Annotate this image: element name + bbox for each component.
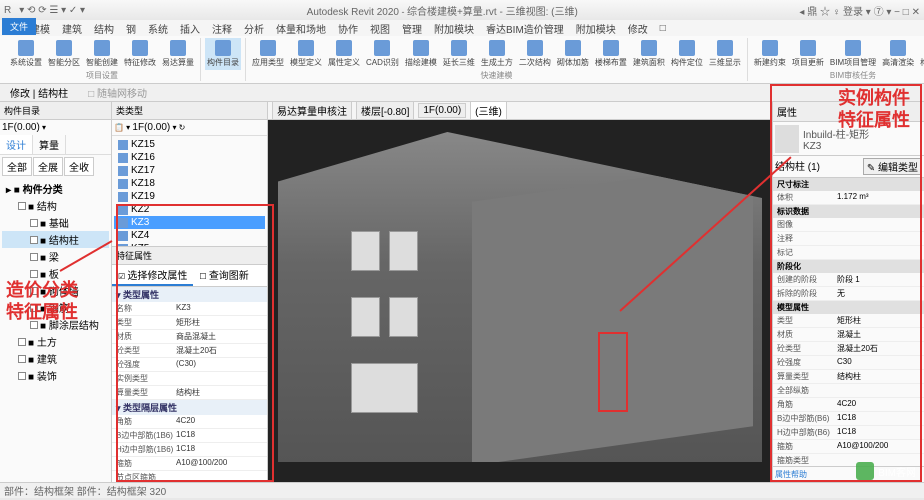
menu-item[interactable]: 协作 — [338, 21, 358, 36]
tree-item[interactable]: ■ 土方 — [2, 333, 109, 350]
menu-bar: 建模建筑结构钢系统插入注释分析体量和场地协作视图管理附加模块睿达BIM造价管理附… — [0, 20, 924, 36]
ribbon-btn[interactable]: 二次结构 — [517, 38, 553, 70]
annot-right: 实例构件特征属性 — [838, 88, 910, 131]
kz-item[interactable]: KZ18 — [114, 177, 265, 190]
menu-item[interactable]: 系统 — [148, 21, 168, 36]
menu-item[interactable]: 注释 — [212, 21, 232, 36]
annot-left: 造价分类特征属性 — [6, 280, 78, 323]
menu-item[interactable]: 结构 — [94, 21, 114, 36]
app-logo: R — [4, 5, 11, 16]
ribbon-btn[interactable]: 项目更新 — [790, 38, 826, 70]
ribbon-btn[interactable]: 属性定义 — [326, 38, 362, 70]
tree-item[interactable]: ■ 建筑 — [2, 350, 109, 367]
ribbon-btn[interactable]: 延长三维 — [441, 38, 477, 70]
menu-item[interactable]: 插入 — [180, 21, 200, 36]
tree-item[interactable]: ▸ ■ 构件分类 — [2, 180, 109, 197]
menu-item[interactable]: 建筑 — [62, 21, 82, 36]
menu-item[interactable]: 分析 — [244, 21, 264, 36]
ribbon-btn[interactable]: 特征修改 — [122, 38, 158, 70]
filter-expand[interactable]: 全展 — [33, 157, 63, 176]
ribbon-btn[interactable]: 模型定义 — [288, 38, 324, 70]
left-header: 构件目录 — [0, 102, 111, 120]
ribbon-btn[interactable]: 系统设置 — [8, 38, 44, 70]
ribbon-btn[interactable]: 构件目录 — [205, 38, 241, 70]
vp-tab[interactable]: 1F(0.00) — [418, 103, 466, 118]
ribbon-btn[interactable]: 描绘建模 — [403, 38, 439, 70]
ribbon-btn[interactable]: 建筑面积 — [631, 38, 667, 70]
menu-item[interactable]: 附加模块 — [434, 21, 474, 36]
menu-item[interactable]: 管理 — [402, 21, 422, 36]
sub-tab[interactable]: □ 随轴网移动 — [82, 83, 153, 102]
ribbon-btn[interactable]: 构件提醒 — [918, 38, 924, 70]
sub-tab[interactable]: 修改 | 结构柱 — [4, 83, 74, 102]
ribbon-btn[interactable]: CAD识别 — [364, 38, 401, 70]
tree-item[interactable]: ■ 结构 — [2, 197, 109, 214]
kz-item[interactable]: KZ17 — [114, 164, 265, 177]
vp-tab[interactable]: (三维) — [470, 102, 507, 120]
viewport[interactable]: 易达算量申核注楼层[-0.80] 1F(0.00) (三维) — [268, 102, 772, 482]
kz-item[interactable]: KZ19 — [114, 190, 265, 203]
ribbon-btn[interactable]: 构件定位 — [669, 38, 705, 70]
ribbon: 系统设置智能分区智能创建特征修改易达算量项目设置构件目录应用类型模型定义属性定义… — [0, 36, 924, 84]
tree-item[interactable]: ■ 装饰 — [2, 367, 109, 384]
ribbon-btn[interactable]: 应用类型 — [250, 38, 286, 70]
tab-design[interactable]: 设计 — [0, 135, 33, 154]
title-text: Autodesk Revit 2020 - 综合楼建模+算量.rvt - 三维视… — [85, 3, 799, 18]
watermark: BIM客网 — [856, 462, 916, 480]
ribbon-btn[interactable]: 新建约束 — [752, 38, 788, 70]
ribbon-btn[interactable]: 生成土方 — [479, 38, 515, 70]
file-tab[interactable]: 文件 — [2, 18, 36, 35]
filter-all[interactable]: 全部 — [2, 157, 32, 176]
menu-item[interactable]: 附加模块 — [576, 21, 616, 36]
menu-item[interactable]: 睿达BIM造价管理 — [486, 21, 564, 36]
tree-item[interactable]: ■ 结构柱 — [2, 231, 109, 248]
ribbon-btn[interactable]: 智能创建 — [84, 38, 120, 70]
status-bar: 部件：结构框架 部件：结构框架 320 — [0, 482, 924, 498]
vp-tab[interactable]: 易达算量申核注 — [272, 102, 352, 120]
menu-item[interactable]: 视图 — [370, 21, 390, 36]
tree-item[interactable]: ■ 基础 — [2, 214, 109, 231]
mid-header: 类类型 — [112, 102, 267, 120]
menu-item[interactable]: 体量和场地 — [276, 21, 326, 36]
ribbon-btn[interactable]: 易达算量 — [160, 38, 196, 70]
ribbon-btn[interactable]: 三维显示 — [707, 38, 743, 70]
filter-collapse[interactable]: 全收 — [64, 157, 94, 176]
ribbon-btn[interactable]: 楼梯布置 — [593, 38, 629, 70]
menu-item[interactable]: 修改 — [628, 21, 648, 36]
vp-tab[interactable]: 楼层[-0.80] — [356, 102, 414, 120]
ribbon-btn[interactable]: BIM项目管理 — [828, 38, 878, 70]
ribbon-btn[interactable]: 砌体加筋 — [555, 38, 591, 70]
kz-item[interactable]: KZ16 — [114, 151, 265, 164]
menu-item[interactable]: 钢 — [126, 21, 136, 36]
menu-item[interactable]: □ — [660, 23, 666, 34]
kz-item[interactable]: KZ15 — [114, 138, 265, 151]
ribbon-btn[interactable]: 高清渲染 — [880, 38, 916, 70]
tab-qty[interactable]: 算量 — [33, 135, 66, 154]
ribbon-btn[interactable]: 智能分区 — [46, 38, 82, 70]
